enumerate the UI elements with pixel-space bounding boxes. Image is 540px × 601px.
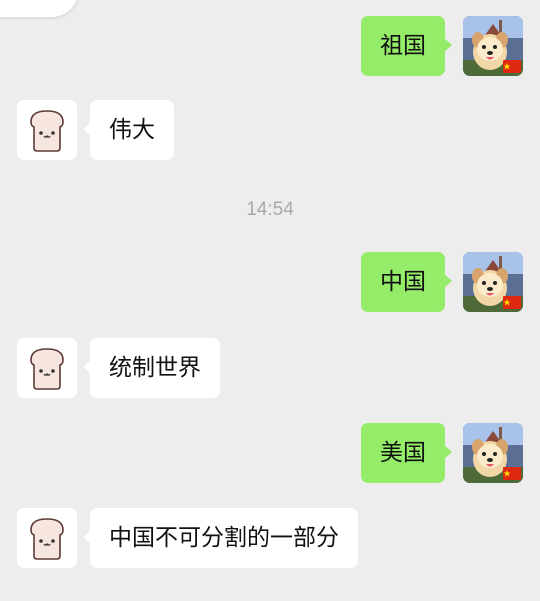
contact-avatar-toast-icon[interactable] <box>17 100 77 160</box>
contact-message-bubble[interactable]: 中国不可分割的一部分 <box>83 508 358 568</box>
my-avatar-dog-icon[interactable] <box>463 252 523 312</box>
my-message-bubble[interactable]: 美国 <box>361 423 452 483</box>
my-message-bubble[interactable]: 中国 <box>361 252 452 312</box>
contact-message-bubble[interactable]: 伟大 <box>83 100 174 160</box>
chat-message-area[interactable]: 祖国 伟大 14:54 中国 统制世界 美国 中国不可分割的一部分 <box>0 0 540 601</box>
contact-avatar-toast-icon[interactable] <box>17 338 77 398</box>
message-timestamp: 14:54 <box>246 199 294 220</box>
contact-message-bubble[interactable]: 统制世界 <box>83 338 220 398</box>
my-message-bubble[interactable]: 祖国 <box>361 16 452 76</box>
previous-message-bubble-edge <box>0 0 78 17</box>
my-avatar-dog-icon[interactable] <box>463 423 523 483</box>
contact-avatar-toast-icon[interactable] <box>17 508 77 568</box>
my-avatar-dog-icon[interactable] <box>463 16 523 76</box>
